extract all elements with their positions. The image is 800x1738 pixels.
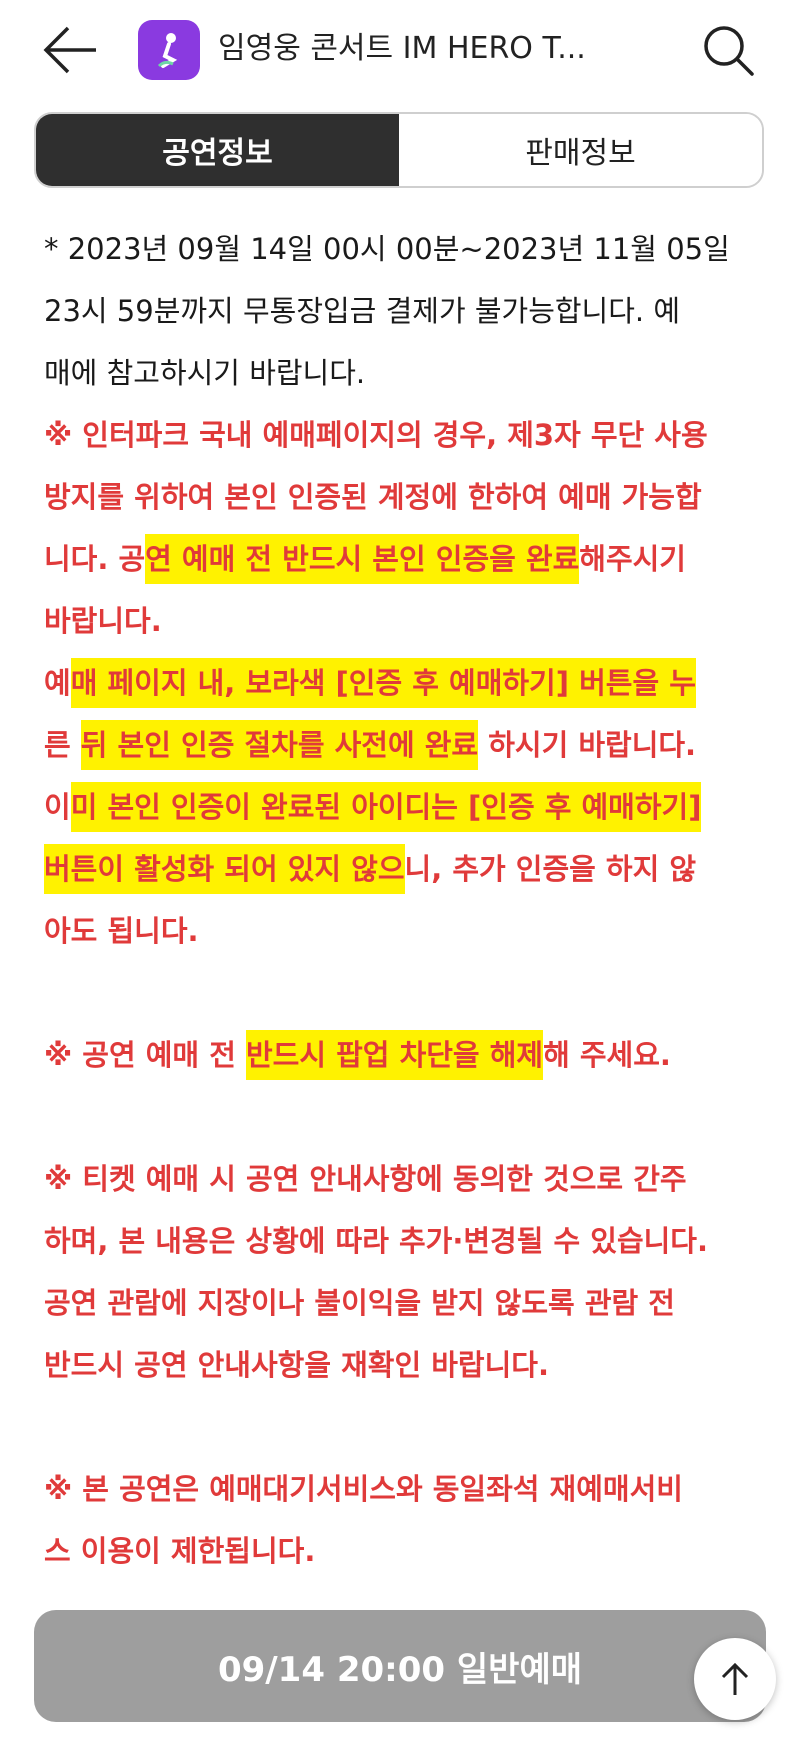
arrow-up-icon <box>721 1662 749 1695</box>
notice-text-part: 니다. 공 <box>44 542 146 576</box>
notice-text: 스 이용이 제한됩니다. <box>44 1534 316 1568</box>
highlighted-text: 연 예매 전 반드시 본인 인증을 완료 <box>145 534 580 584</box>
highlighted-text: 버튼이 활성화 되어 있지 않으 <box>44 844 405 894</box>
tab-sales-info[interactable]: 판매정보 <box>399 114 762 186</box>
search-icon[interactable] <box>700 22 756 78</box>
notice-text-part: 해주시기 <box>579 542 686 576</box>
notice-text: 아도 됩니다. <box>44 914 199 948</box>
notice-text: ※ 본 공연은 예매대기서비스와 동일좌석 재예매서비 <box>44 1472 683 1506</box>
notice-text-part: 이 <box>44 790 71 824</box>
notice-text: 바랍니다. <box>44 604 162 638</box>
notice-text: 23시 59분까지 무통장입금 결제가 불가능합니다. 예 <box>44 294 681 328</box>
highlighted-text: 미 본인 인증이 완료된 아이디는 [인증 후 예매하기] <box>70 782 702 832</box>
app-logo <box>138 20 200 80</box>
page-title: 임영웅 콘서트 IM HERO T... <box>218 31 586 66</box>
notice-text: ※ 공연 예매 전 반드시 팝업 차단을 해제해 주세요. <box>44 1024 764 1086</box>
notice-text: 버튼이 활성화 되어 있지 않으니, 추가 인증을 하지 않 <box>44 838 764 900</box>
notice-text: 니다. 공연 예매 전 반드시 본인 인증을 완료해주시기 <box>44 528 764 590</box>
tab-bar: 공연정보 판매정보 <box>34 112 764 188</box>
notice-text: 하며, 본 내용은 상황에 따라 추가·변경될 수 있습니다. <box>44 1224 709 1258</box>
highlighted-text: 뒤 본인 인증 절차를 사전에 완료 <box>80 720 479 770</box>
notice-text-part: 예 <box>44 666 71 700</box>
general-booking-button[interactable]: 09/14 20:00 일반예매 <box>34 1610 766 1722</box>
highlighted-text: 매 페이지 내, 보라색 [인증 후 예매하기] 버튼을 누 <box>70 658 696 708</box>
notice-text: ※ 인터파크 국내 예매페이지의 경우, 제3자 무단 사용 <box>44 418 708 452</box>
notice-text-part: 니, 추가 인증을 하지 않 <box>404 852 697 886</box>
notice-text: 공연 관람에 지장이나 불이익을 받지 않도록 관람 전 <box>44 1286 675 1320</box>
notice-text: ※ 티켓 예매 시 공연 안내사항에 동의한 것으로 간주 <box>44 1162 687 1196</box>
notice-text-part: 해 주세요. <box>543 1038 671 1072</box>
notice-text: * 2023년 09월 14일 00시 00분~2023년 11월 05일 <box>44 232 730 266</box>
tab-performance-info[interactable]: 공연정보 <box>36 114 399 186</box>
logo-mark-icon <box>157 33 178 68</box>
scroll-to-top-button[interactable] <box>694 1638 776 1720</box>
notice-text-part: 른 <box>44 728 81 762</box>
notice-text-part: ※ 공연 예매 전 <box>44 1038 246 1072</box>
notice-text: 이미 본인 인증이 완료된 아이디는 [인증 후 예매하기] <box>44 776 764 838</box>
notice-text-part: 하시기 바랍니다. <box>478 728 697 762</box>
notice-text: 른 뒤 본인 인증 절차를 사전에 완료 하시기 바랍니다. <box>44 714 764 776</box>
app-bar: 임영웅 콘서트 IM HERO T... <box>0 0 800 100</box>
notice-text: 방지를 위하여 본인 인증된 계정에 한하여 예매 가능합 <box>44 480 702 514</box>
notice-text: 예매 페이지 내, 보라색 [인증 후 예매하기] 버튼을 누 <box>44 652 764 714</box>
arrow-left-icon[interactable] <box>42 22 100 78</box>
notice-content: * 2023년 09월 14일 00시 00분~2023년 11월 05일 23… <box>44 218 764 1582</box>
notice-text: 반드시 공연 안내사항을 재확인 바랍니다. <box>44 1348 549 1382</box>
highlighted-text: 반드시 팝업 차단을 해제 <box>245 1030 544 1080</box>
notice-text: 매에 참고하시기 바랍니다. <box>44 356 366 390</box>
